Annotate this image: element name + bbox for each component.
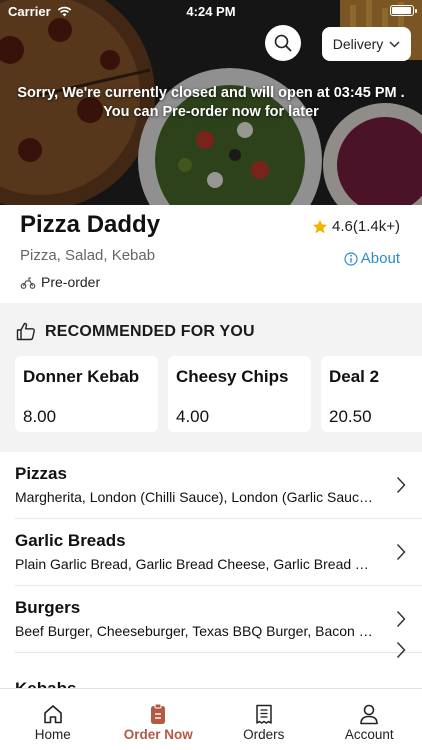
category-row-kebabs[interactable]: Kebabs — [0, 641, 422, 688]
recommended-item[interactable]: Deal 2 20.50 — [321, 356, 422, 432]
category-description: Beef Burger, Cheeseburger, Texas BBQ Bur… — [15, 623, 375, 639]
order-icon — [151, 703, 166, 724]
tab-label: Home — [34, 727, 71, 742]
info-icon — [344, 251, 358, 266]
recommended-section: RECOMMENDED FOR YOU Donner Kebab 8.00 Ch… — [0, 303, 422, 452]
restaurant-cuisine: Pizza, Salad, Kebab — [20, 247, 156, 264]
chevron-right-icon — [396, 610, 406, 628]
category-title: Garlic Breads — [15, 531, 126, 550]
bottom-tab-bar: Home Order Now Orders Account — [0, 688, 422, 750]
recommended-item-name: Donner Kebab — [23, 367, 140, 386]
chevron-right-icon — [396, 543, 406, 561]
divider — [15, 652, 422, 653]
closed-message-line2: You can Pre-order now for later — [103, 104, 319, 120]
preorder-badge: Pre-order — [20, 274, 100, 290]
category-title: Burgers — [15, 598, 81, 617]
category-description: Plain Garlic Bread, Garlic Bread Cheese,… — [15, 556, 375, 572]
home-icon — [43, 705, 62, 724]
hero-banner: Carrier 4:24 PM Delivery Sorry, We're cu… — [0, 0, 422, 205]
tab-label: Order Now — [123, 727, 193, 742]
restaurant-name: Pizza Daddy — [20, 211, 161, 238]
category-row-garlic-breads[interactable]: Garlic Breads Plain Garlic Bread, Garlic… — [0, 519, 422, 586]
category-title: Kebabs — [15, 679, 76, 688]
receipt-icon — [256, 704, 272, 724]
status-time: 4:24 PM — [186, 4, 236, 19]
chevron-down-icon — [389, 40, 400, 48]
closed-message: Sorry, We're currently closed and will o… — [0, 84, 422, 122]
tab-account[interactable]: Account — [317, 689, 422, 750]
recommended-item-price: 4.00 — [176, 407, 210, 426]
recommended-item-name: Deal 2 — [329, 367, 380, 386]
recommended-item-price: 20.50 — [329, 407, 372, 426]
recommended-item-price: 8.00 — [23, 407, 57, 426]
delivery-mode-dropdown[interactable]: Delivery — [322, 27, 411, 61]
battery-icon — [390, 5, 417, 16]
scooter-icon — [20, 276, 36, 289]
closed-message-line1: Sorry, We're currently closed and will o… — [17, 85, 405, 101]
category-row-burgers[interactable]: Burgers Beef Burger, Cheeseburger, Texas… — [0, 586, 422, 653]
category-title: Pizzas — [15, 464, 67, 483]
recommended-header: RECOMMENDED FOR YOU — [16, 322, 255, 341]
recommended-item-name: Cheesy Chips — [176, 367, 289, 386]
search-icon — [274, 34, 292, 52]
tab-home[interactable]: Home — [0, 689, 106, 750]
thumbs-up-icon — [16, 322, 35, 341]
recommended-carousel[interactable]: Donner Kebab 8.00 Cheesy Chips 4.00 Deal… — [15, 356, 422, 432]
tab-orders[interactable]: Orders — [211, 689, 317, 750]
recommended-item[interactable]: Donner Kebab 8.00 — [15, 356, 158, 432]
tab-order-now[interactable]: Order Now — [106, 689, 212, 750]
account-icon — [360, 704, 379, 725]
chevron-right-icon — [396, 641, 406, 659]
category-description: Margherita, London (Chilli Sauce), Londo… — [15, 489, 375, 505]
menu-categories: Pizzas Margherita, London (Chilli Sauce)… — [0, 452, 422, 688]
chevron-right-icon — [396, 476, 406, 494]
tab-label: Orders — [243, 727, 285, 742]
about-link[interactable]: About — [344, 250, 400, 267]
recommended-title: RECOMMENDED FOR YOU — [45, 322, 255, 340]
status-bar: Carrier 4:24 PM — [0, 0, 422, 22]
restaurant-info: Pizza Daddy 4.6(1.4k+) Pizza, Salad, Keb… — [0, 205, 422, 303]
preorder-label: Pre-order — [41, 274, 101, 290]
delivery-mode-label: Delivery — [332, 36, 384, 52]
recommended-item[interactable]: Cheesy Chips 4.00 — [168, 356, 311, 432]
category-row-pizzas[interactable]: Pizzas Margherita, London (Chilli Sauce)… — [0, 452, 422, 519]
star-icon — [312, 219, 328, 233]
about-label: About — [360, 250, 400, 267]
rating-value: 4.6(1.4k+) — [332, 218, 400, 235]
search-button[interactable] — [265, 25, 301, 61]
restaurant-rating: 4.6(1.4k+) — [312, 218, 400, 235]
tab-label: Account — [344, 727, 394, 742]
